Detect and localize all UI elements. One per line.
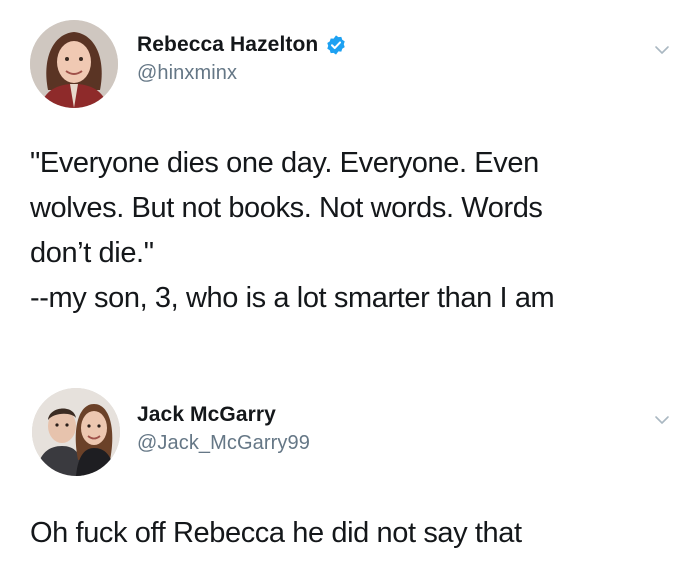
tweet-text: "Everyone dies one day. Everyone. Even w… [30, 141, 680, 321]
tweet-text-line: don’t die." [30, 237, 154, 269]
tweet-author[interactable]: Jack McGarry @Jack_McGarry99 [137, 402, 310, 455]
tweet[interactable]: Jack McGarry @Jack_McGarry99 Oh fuck off… [0, 370, 700, 585]
tweet-text-line: wolves. But not books. Not words. Words [30, 192, 543, 224]
profile-photo-couple-icon [32, 388, 120, 476]
tweet-text-line: "Everyone dies one day. Everyone. Even [30, 147, 539, 179]
tweet-author[interactable]: Rebecca Hazelton @hinxminx [137, 32, 347, 85]
tweet-text: Oh fuck off Rebecca he did not say that [30, 511, 680, 556]
verified-badge-icon [325, 34, 347, 56]
display-name[interactable]: Jack McGarry [137, 403, 276, 427]
tweet-text-line: Oh fuck off Rebecca he did not say that [30, 517, 522, 549]
handle[interactable]: @hinxminx [137, 62, 347, 85]
profile-photo-woman-icon [30, 20, 118, 108]
chevron-down-icon[interactable] [654, 42, 670, 58]
avatar[interactable] [30, 20, 118, 108]
handle[interactable]: @Jack_McGarry99 [137, 432, 310, 455]
chevron-down-icon[interactable] [654, 412, 670, 428]
display-name[interactable]: Rebecca Hazelton [137, 33, 318, 57]
avatar[interactable] [32, 388, 120, 476]
tweet[interactable]: Rebecca Hazelton @hinxminx "Everyone die… [0, 0, 700, 370]
tweet-text-line: --my son, 3, who is a lot smarter than I… [30, 282, 555, 314]
